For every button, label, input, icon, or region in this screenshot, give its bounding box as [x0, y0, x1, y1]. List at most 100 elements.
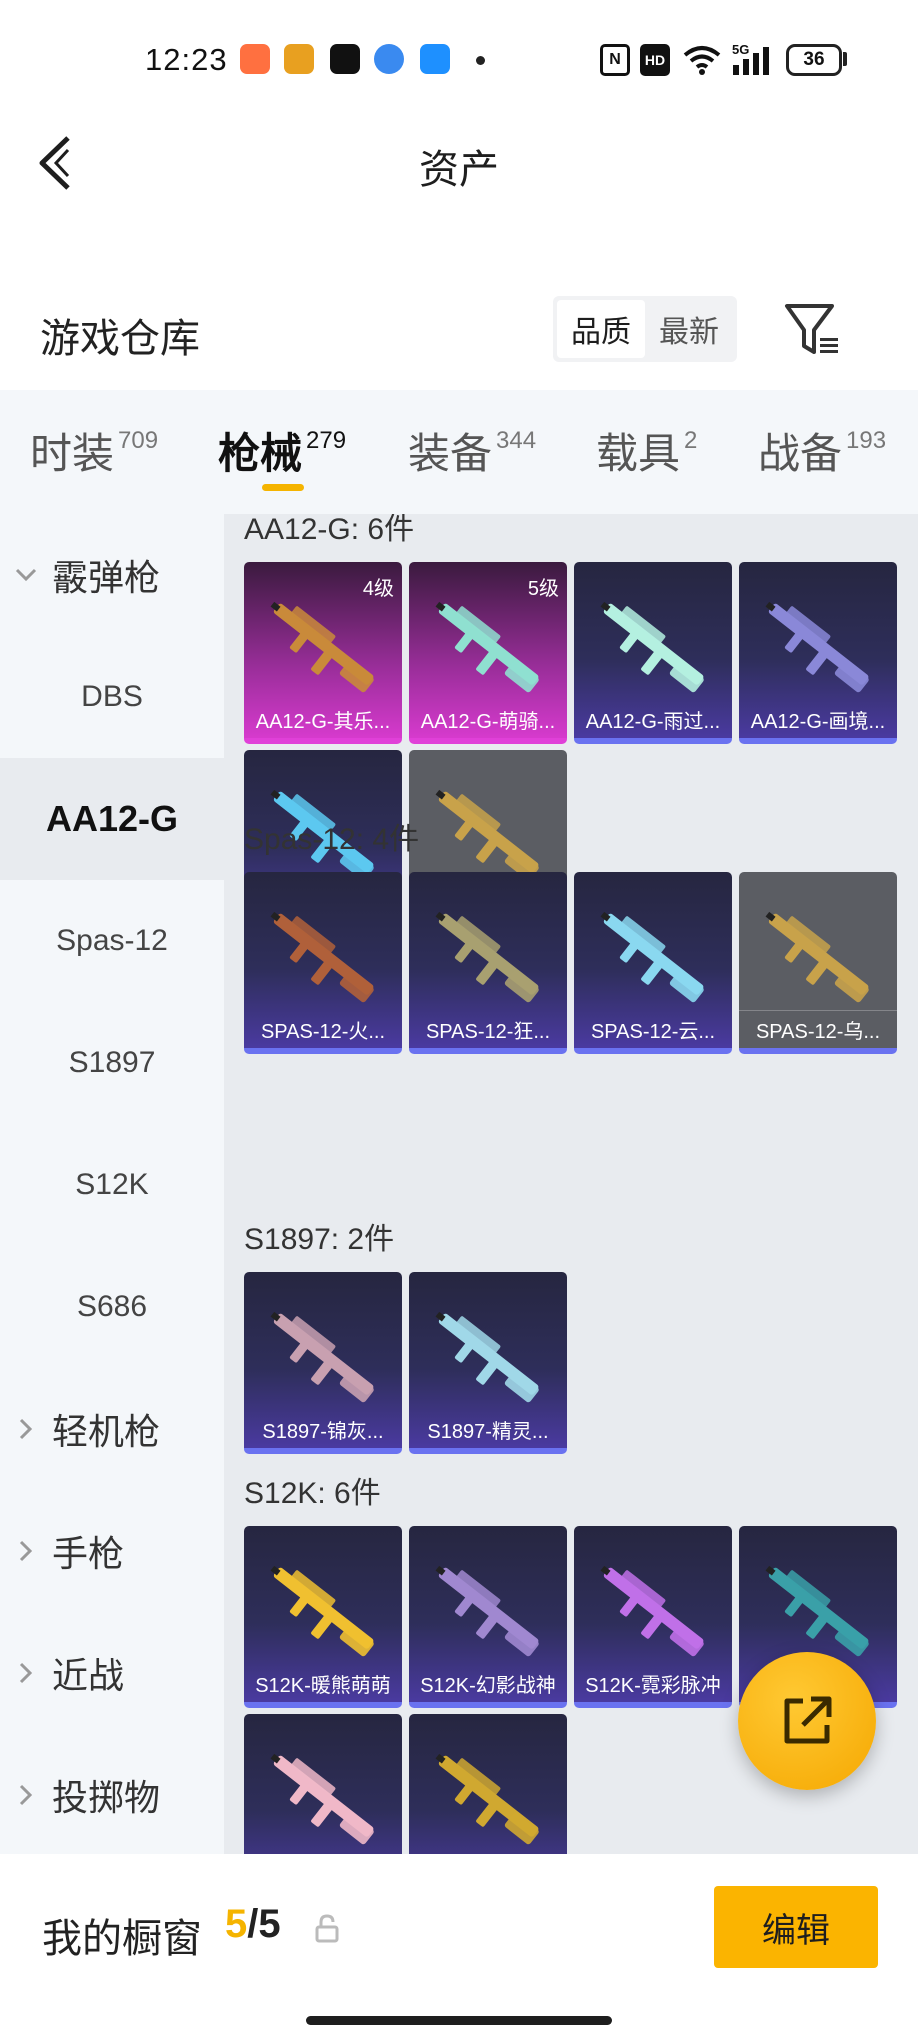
weapon-group-title: Spas-12: 4件: [244, 823, 420, 856]
gun-icon: [423, 1290, 553, 1420]
skin-name: S1897-精灵...: [427, 1421, 549, 1443]
weapon-skin-card[interactable]: AA12-G-画境...: [739, 562, 897, 744]
sort-quality-button[interactable]: 品质: [557, 300, 645, 358]
gun-icon: [258, 890, 388, 1020]
tab-guns[interactable]: 枪械 279: [218, 420, 346, 481]
tab-count: 344: [496, 427, 537, 454]
weapon-type-sidebar: 霰弹枪 DBS AA12-G Spas-12 S1897 S12K S686 轻…: [0, 514, 224, 1854]
weapon-group-title: S1897: 2件: [244, 1223, 395, 1256]
weapon-group-title: S12K: 6件: [244, 1477, 381, 1510]
sidebar-group-label: 手枪: [52, 1533, 125, 1574]
edit-button[interactable]: 编辑: [714, 1886, 878, 1968]
weapon-skin-card[interactable]: 5级 AA12-G-萌骑...: [409, 562, 567, 744]
sidebar-group-pistol[interactable]: 手枪: [0, 1490, 224, 1612]
skin-name: AA12-G-画境...: [750, 711, 886, 733]
sidebar-item-spas12[interactable]: Spas-12: [0, 880, 224, 1002]
network-type: 5G: [732, 42, 750, 57]
tab-label: 装备: [408, 430, 493, 477]
sidebar-group-label: 投掷物: [52, 1777, 161, 1818]
sidebar-item-s686[interactable]: S686: [0, 1246, 224, 1368]
sort-newest-button[interactable]: 最新: [645, 300, 733, 358]
gun-icon: [423, 1544, 553, 1674]
weapon-skin-card[interactable]: S12K-幻影战神: [409, 1526, 567, 1708]
sidebar-item-s1897[interactable]: S1897: [0, 1002, 224, 1124]
tab-label: 枪械: [218, 430, 303, 477]
battery-tip: [843, 52, 847, 66]
tab-label: 时装: [30, 430, 115, 477]
showcase-total: /5: [247, 1902, 281, 1946]
weapon-skin-card[interactable]: [409, 1714, 567, 1854]
sidebar-group-label: 近战: [52, 1655, 125, 1696]
sidebar-item-s12k[interactable]: S12K: [0, 1124, 224, 1246]
skin-name: S12K-暖熊萌萌: [255, 1675, 391, 1697]
weapon-skin-card[interactable]: [244, 1714, 402, 1854]
showcase-label: 我的橱窗: [42, 1917, 202, 1961]
gun-icon: [258, 1732, 388, 1854]
sidebar-item-dbs[interactable]: DBS: [0, 636, 224, 758]
sidebar-group-shotgun[interactable]: 霰弹枪: [0, 514, 224, 636]
skin-name: S12K-幻影战神: [420, 1675, 556, 1697]
weapon-skin-card[interactable]: 4级 AA12-G-其乐...: [244, 562, 402, 744]
weapon-skin-card[interactable]: SPAS-12-狂...: [409, 872, 567, 1054]
weapon-skin-card[interactable]: S12K-暖熊萌萌: [244, 1526, 402, 1708]
clock: 12:23: [145, 42, 228, 77]
lock-icon: [314, 1914, 340, 1944]
gun-icon: [588, 1544, 718, 1674]
status-bar: 12:23 N HD 5G 36: [0, 0, 918, 120]
chevron-right-icon: [0, 1784, 52, 1806]
tab-fashion[interactable]: 时装 709: [30, 420, 158, 481]
skin-name: S1897-锦灰...: [262, 1421, 384, 1443]
wifi-icon: [682, 44, 722, 76]
weapon-skin-card[interactable]: S1897-锦灰...: [244, 1272, 402, 1454]
skin-name: SPAS-12-火...: [260, 1021, 386, 1043]
filter-button[interactable]: [782, 300, 842, 360]
battery-level: 36: [803, 49, 825, 70]
tab-equipment[interactable]: 装备 344: [408, 420, 536, 481]
weapon-skin-card[interactable]: S1897-精灵...: [409, 1272, 567, 1454]
skin-level: 5级: [527, 578, 559, 600]
sidebar-group-lmg[interactable]: 轻机枪: [0, 1368, 224, 1490]
tab-vehicles[interactable]: 载具 2: [596, 420, 697, 481]
gun-icon: [588, 890, 718, 1020]
cellular-signal-icon: 5G: [730, 42, 775, 76]
showcase-count: 5/5: [225, 1902, 281, 1947]
chevron-right-icon: [0, 1662, 52, 1684]
game-controller-icon: [240, 44, 270, 74]
hd-icon: HD: [640, 44, 670, 76]
share-icon: [784, 1696, 832, 1744]
weapon-skin-card[interactable]: AA12-G-雨过...: [574, 562, 732, 744]
skin-name: SPAS-12-狂...: [425, 1021, 551, 1043]
gun-icon: [753, 890, 883, 1020]
gun-icon: [258, 1290, 388, 1420]
warehouse-title: 游戏仓库: [40, 317, 200, 361]
game-app-icon: [284, 44, 314, 74]
sidebar-item-aa12g[interactable]: AA12-G: [0, 758, 224, 880]
cloud-icon: [420, 44, 450, 74]
more-notifications-icon: [476, 56, 485, 65]
nfc-icon: N: [600, 44, 630, 76]
skin-name: SPAS-12-云...: [590, 1021, 716, 1043]
weapon-skin-card[interactable]: SPAS-12-云...: [574, 872, 732, 1054]
skin-name: S12K-霓彩脉冲: [585, 1675, 721, 1697]
sidebar-group-melee[interactable]: 近战: [0, 1612, 224, 1734]
sidebar-group-throwables[interactable]: 投掷物: [0, 1734, 224, 1856]
weapon-skin-card[interactable]: SPAS-12-乌...: [739, 872, 897, 1054]
tab-supplies[interactable]: 战备 193: [758, 420, 886, 481]
showcase-bar: 我的橱窗 5/5 编辑: [0, 1854, 918, 2040]
gun-icon: [588, 580, 718, 710]
skin-name: AA12-G-其乐...: [255, 711, 391, 733]
share-button[interactable]: [738, 1652, 876, 1790]
weapon-group-title: AA12-G: 6件: [244, 514, 415, 546]
chevron-down-icon: [0, 568, 52, 582]
weapon-skin-card[interactable]: S12K-霓彩脉冲: [574, 1526, 732, 1708]
gun-icon: [753, 580, 883, 710]
page-title: 资产: [419, 148, 499, 192]
tab-count: 709: [118, 427, 159, 454]
battery-icon: 36: [786, 44, 842, 76]
tab-count: 2: [684, 427, 698, 454]
skin-name: SPAS-12-乌...: [739, 1010, 897, 1044]
tab-label: 战备: [758, 430, 843, 477]
home-indicator: [306, 2016, 612, 2025]
browser-icon: [374, 44, 404, 74]
weapon-skin-card[interactable]: SPAS-12-火...: [244, 872, 402, 1054]
